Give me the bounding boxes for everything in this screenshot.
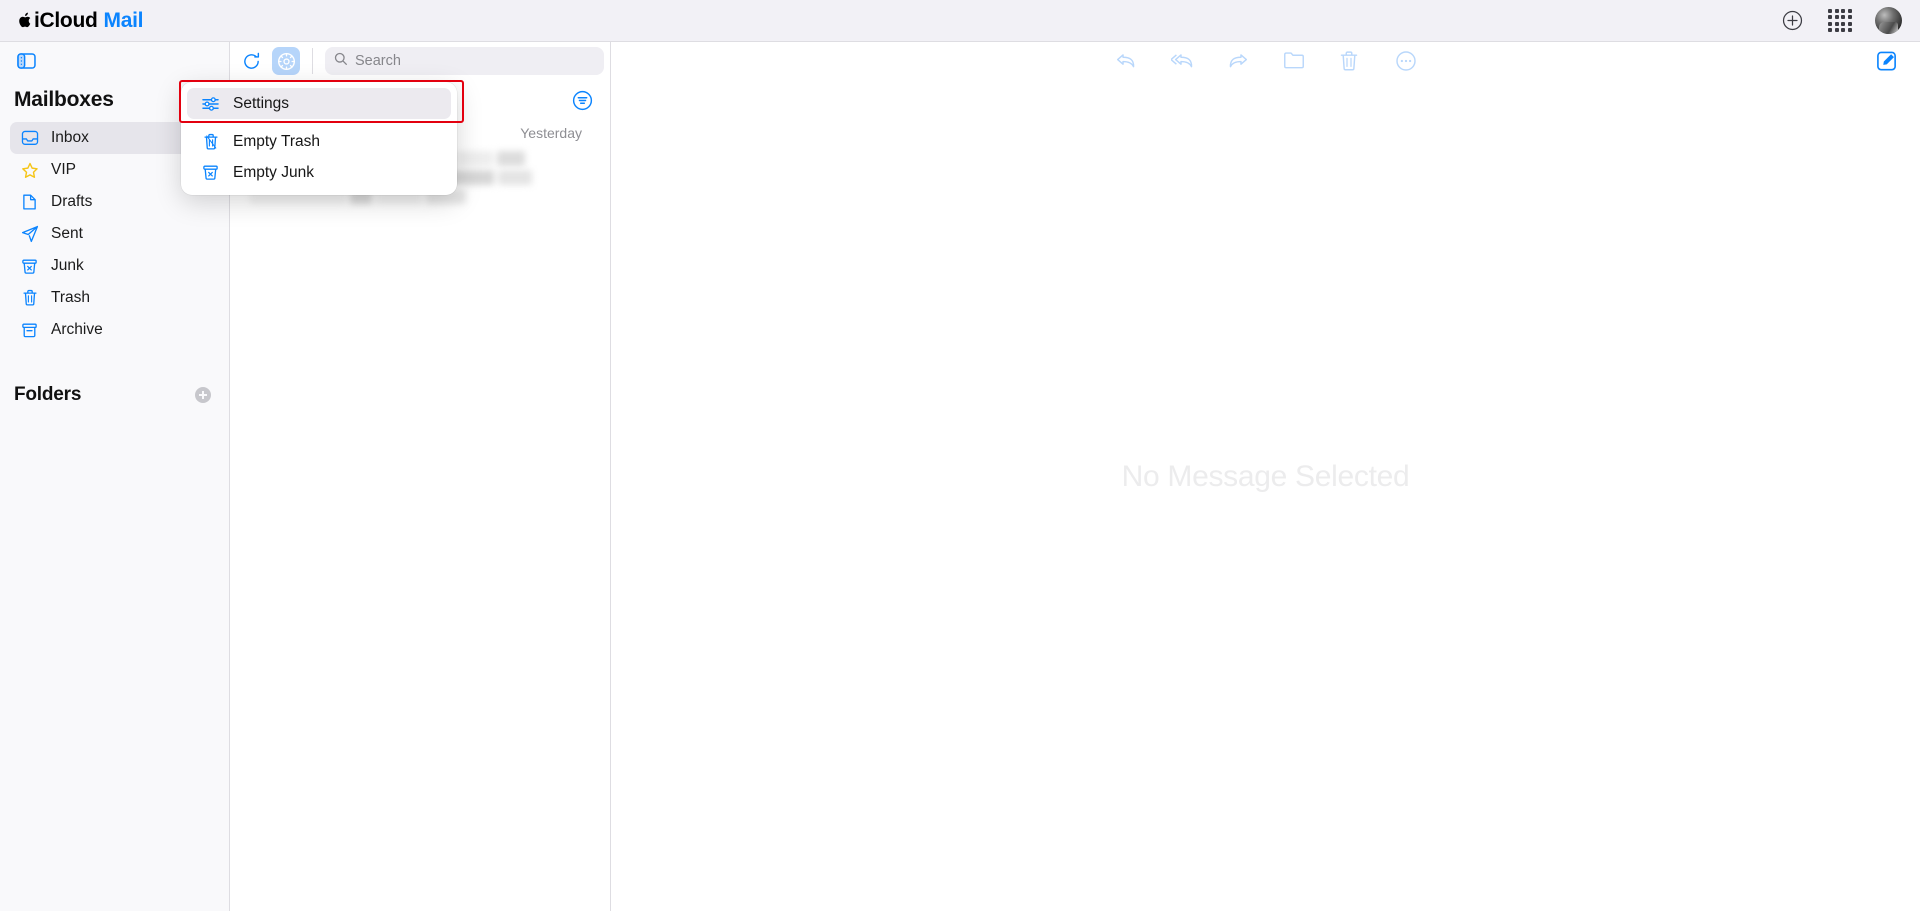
menu-item-settings[interactable]: Settings xyxy=(187,88,451,119)
redacted-segment xyxy=(498,170,532,185)
apple-logo-icon xyxy=(18,10,33,32)
menu-item-empty-junk[interactable]: Empty Junk xyxy=(187,157,451,188)
header-actions xyxy=(1779,7,1902,34)
brand-mail-label: Mail xyxy=(103,8,144,32)
sidebar-item-label: Archive xyxy=(51,321,103,338)
sidebar-item-label: Junk xyxy=(51,257,84,274)
brand-icloud-label: iCloud xyxy=(34,8,98,32)
sidebar-item-label: VIP xyxy=(51,161,76,178)
menu-item-label: Empty Junk xyxy=(233,163,314,181)
menu-separator xyxy=(187,119,451,126)
sidebar-item-junk[interactable]: Junk xyxy=(10,250,219,282)
toolbar-divider xyxy=(312,48,313,74)
settings-dropdown-menu: Settings Empty Trash Empty Junk xyxy=(181,82,457,195)
menu-item-label: Settings xyxy=(233,94,290,112)
filter-sort-button[interactable] xyxy=(572,90,594,112)
icloud-mail-app: iCloud Mail Mailboxes Inbox VIP Drafts S… xyxy=(0,0,1920,911)
app-grid-dots xyxy=(1828,8,1852,33)
sidebar-item-trash[interactable]: Trash xyxy=(10,282,219,314)
inbox-icon xyxy=(20,129,39,148)
folders-title: Folders xyxy=(14,384,82,405)
redacted-segment xyxy=(457,151,493,166)
plus-circle-icon[interactable] xyxy=(1779,8,1805,34)
sidebar-item-archive[interactable]: Archive xyxy=(10,314,219,346)
sidebar-item-label: Sent xyxy=(51,225,83,242)
paper-plane-icon xyxy=(20,225,39,244)
gear-icon xyxy=(277,52,295,70)
add-folder-button[interactable] xyxy=(195,387,211,403)
folders-section-header: Folders xyxy=(0,384,229,406)
sidebar-item-label: Trash xyxy=(51,289,91,306)
sidebar-item-label: Inbox xyxy=(51,129,89,146)
star-icon xyxy=(20,161,39,180)
reading-pane: No Message Selected xyxy=(611,42,1920,911)
sidebar-item-sent[interactable]: Sent xyxy=(10,218,219,250)
avatar[interactable] xyxy=(1875,7,1902,34)
message-list-toolbar xyxy=(230,42,610,80)
app-header: iCloud Mail xyxy=(0,0,1920,42)
trash-icon xyxy=(201,132,220,151)
sidebar-toolbar xyxy=(0,42,229,80)
settings-gear-button[interactable] xyxy=(272,47,300,75)
menu-item-label: Empty Trash xyxy=(233,132,320,150)
junk-bin-icon xyxy=(20,257,39,276)
filter-icon xyxy=(572,90,593,111)
empty-state-message: No Message Selected xyxy=(1121,459,1410,493)
sidebar-item-label: Drafts xyxy=(51,193,93,210)
sliders-icon xyxy=(201,94,220,113)
refresh-icon[interactable] xyxy=(238,48,264,74)
menu-item-empty-trash[interactable]: Empty Trash xyxy=(187,126,451,157)
brand-logo[interactable]: iCloud Mail xyxy=(18,9,143,33)
sidebar-toggle-icon[interactable] xyxy=(14,49,38,73)
search-icon xyxy=(334,52,348,71)
trash-icon xyxy=(20,289,39,308)
archive-icon xyxy=(20,321,39,340)
junk-bin-icon xyxy=(201,163,220,182)
app-grid-icon[interactable] xyxy=(1827,8,1853,34)
redacted-segment xyxy=(497,151,525,166)
search-input-container[interactable] xyxy=(325,47,604,75)
document-icon xyxy=(20,193,39,212)
search-input[interactable] xyxy=(355,53,595,69)
